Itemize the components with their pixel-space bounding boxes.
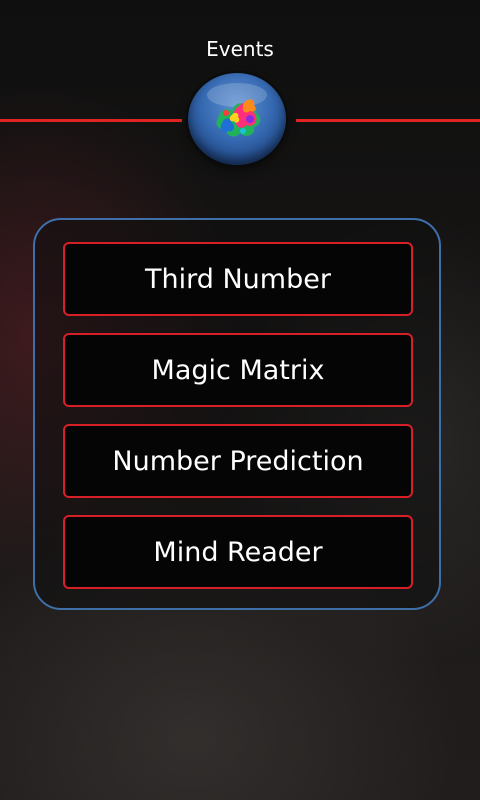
number-prediction-button[interactable]: Number Prediction	[63, 424, 413, 498]
magic-matrix-button[interactable]: Magic Matrix	[63, 333, 413, 407]
mind-reader-button[interactable]: Mind Reader	[63, 515, 413, 589]
page-title: Events	[206, 37, 274, 61]
colorful-splash-orb-icon[interactable]	[188, 73, 286, 165]
number-prediction-label: Number Prediction	[112, 445, 364, 477]
magic-matrix-label: Magic Matrix	[151, 354, 325, 386]
header-divider-right	[296, 119, 480, 122]
header-divider-left	[0, 119, 182, 122]
splash-graphic	[207, 83, 267, 137]
third-number-label: Third Number	[145, 263, 331, 295]
app-screen: Events Third Number Magic Matrix Number …	[0, 0, 480, 800]
third-number-button[interactable]: Third Number	[63, 242, 413, 316]
mind-reader-label: Mind Reader	[153, 536, 323, 568]
